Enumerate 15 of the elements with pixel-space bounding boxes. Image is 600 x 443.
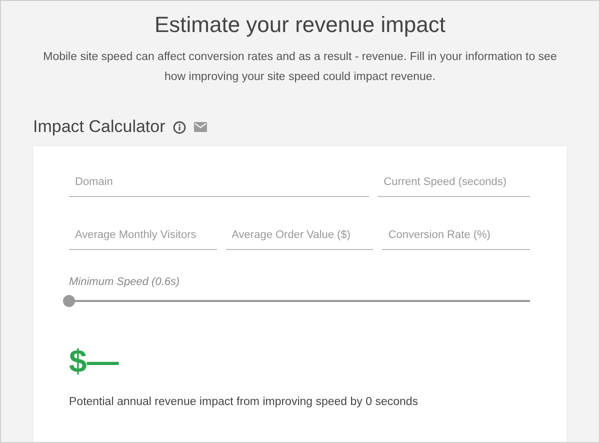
speed-slider[interactable] (63, 295, 530, 307)
input-field[interactable]: Conversion Rate (%) (382, 221, 530, 250)
calculator-title: Impact Calculator (33, 117, 166, 137)
mail-icon[interactable] (194, 122, 208, 132)
revenue-amount: $— (69, 343, 120, 380)
result-caption: Potential annual revenue impact from improving speed by 0 seconds (69, 396, 420, 408)
input-field[interactable]: Average Order Value ($) (226, 221, 374, 250)
input-field[interactable]: Domain (69, 168, 369, 197)
description-text: Mobile site speed can affect conversion rates and as a result - revenue. Fill in your information to see how improving your site speed could impact revenue. (42, 50, 558, 85)
info-icon[interactable] (173, 120, 186, 134)
page-title: Estimate your revenue impact (153, 12, 447, 38)
input-field[interactable]: Current Speed (seconds) (378, 168, 530, 197)
input-field[interactable]: Average Monthly Visitors (69, 221, 217, 250)
slider-label: Minimum Speed (0.6s) (69, 276, 181, 288)
slider-thumb[interactable] (63, 295, 75, 307)
